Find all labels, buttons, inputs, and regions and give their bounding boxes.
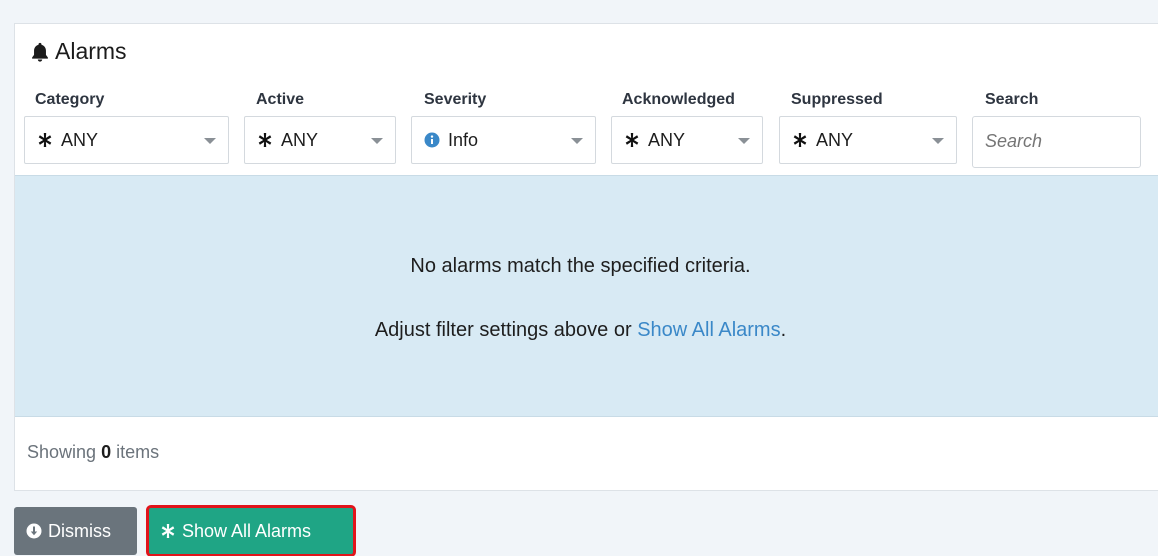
suppressed-select[interactable]: ANY [779, 116, 957, 164]
page-title-text: Alarms [55, 38, 127, 64]
search-label: Search [985, 91, 1039, 108]
show-all-alarms-button[interactable]: Show All Alarms [146, 505, 356, 556]
dismiss-button[interactable]: Dismiss [14, 507, 137, 555]
empty-state-hint: Adjust filter settings above or Show All… [15, 319, 1146, 342]
arrow-circle-down-icon [26, 523, 42, 539]
asterisk-icon [793, 133, 807, 147]
active-select[interactable]: ANY [244, 116, 396, 164]
items-count: Showing 0 items [15, 442, 159, 463]
suppressed-label: Suppressed [791, 91, 883, 108]
items-count-suffix: items [111, 442, 160, 462]
category-value: ANY [61, 129, 99, 150]
chevron-down-icon [932, 138, 944, 144]
chevron-down-icon [371, 138, 383, 144]
empty-state-hint-prefix: Adjust filter settings above or [374, 319, 638, 341]
items-count-value: 0 [101, 442, 112, 462]
alarms-panel: Alarms Category ANY Active ANY Severity … [14, 23, 1158, 491]
severity-select[interactable]: Info [411, 116, 596, 164]
show-all-alarms-label: Show All Alarms [182, 520, 312, 541]
active-value: ANY [281, 129, 319, 150]
suppressed-value: ANY [816, 129, 854, 150]
info-circle-icon [424, 132, 440, 148]
search-input[interactable] [985, 131, 1128, 152]
asterisk-icon [161, 524, 175, 538]
asterisk-icon [258, 133, 272, 147]
category-select[interactable]: ANY [24, 116, 229, 164]
page-title: Alarms [29, 38, 127, 65]
asterisk-icon [625, 133, 639, 147]
category-label: Category [35, 91, 105, 108]
search-field[interactable] [972, 116, 1141, 168]
severity-value: Info [448, 129, 479, 150]
show-all-alarms-link[interactable]: Show All Alarms [637, 319, 780, 341]
dismiss-label: Dismiss [48, 520, 111, 541]
chevron-down-icon [204, 138, 216, 144]
bell-icon [32, 42, 48, 62]
chevron-down-icon [738, 138, 750, 144]
chevron-down-icon [571, 138, 583, 144]
acknowledged-select[interactable]: ANY [611, 116, 763, 164]
empty-state-hint-suffix: . [780, 319, 787, 341]
active-label: Active [256, 91, 305, 108]
items-count-prefix: Showing [27, 442, 102, 462]
empty-state-message: No alarms match the specified criteria. [410, 255, 751, 277]
empty-state-banner: No alarms match the specified criteria. … [15, 175, 1158, 417]
acknowledged-label: Acknowledged [622, 91, 735, 108]
severity-label: Severity [424, 91, 487, 108]
acknowledged-value: ANY [648, 129, 686, 150]
asterisk-icon [38, 133, 52, 147]
